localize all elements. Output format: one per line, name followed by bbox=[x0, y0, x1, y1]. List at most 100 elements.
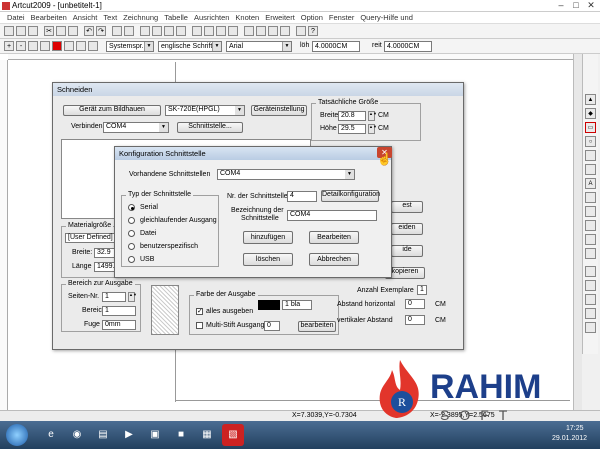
weld-icon[interactable] bbox=[192, 26, 202, 36]
detail-button[interactable]: Detailkonfiguration bbox=[321, 190, 380, 202]
menu-zeichnung[interactable]: Zeichnung bbox=[120, 13, 161, 22]
radio-gleichlaufend[interactable] bbox=[128, 217, 135, 224]
cut-plot-icon[interactable] bbox=[124, 26, 134, 36]
language-combo[interactable]: Systemspr. ▼ bbox=[106, 41, 154, 52]
hoehe-field[interactable]: 29.5 bbox=[338, 124, 366, 134]
abbrechen-button[interactable]: Abbrechen bbox=[309, 253, 359, 266]
script-combo[interactable]: englische Schrift ▼ bbox=[158, 41, 222, 52]
schneiden-button[interactable]: eiden bbox=[391, 223, 423, 235]
zoom-out-icon[interactable]: - bbox=[16, 41, 26, 51]
arrow-icon[interactable] bbox=[216, 26, 226, 36]
menu-option[interactable]: Option bbox=[298, 13, 326, 22]
radio-serial[interactable] bbox=[128, 204, 135, 211]
geraet-button[interactable]: Gerät zum Bildhauen bbox=[63, 105, 161, 116]
zoom-select-icon[interactable] bbox=[76, 41, 86, 51]
hinzufuegen-button[interactable]: hinzufügen bbox=[243, 231, 293, 244]
print-icon[interactable] bbox=[112, 26, 122, 36]
menu-tabelle[interactable]: Tabelle bbox=[161, 13, 191, 22]
chrome-icon[interactable]: ◉ bbox=[66, 424, 88, 446]
barcode-tool-icon[interactable] bbox=[585, 322, 596, 333]
open-file-icon[interactable] bbox=[16, 26, 26, 36]
node-tool-icon[interactable]: ◆ bbox=[585, 108, 596, 119]
hide-button[interactable]: ide bbox=[391, 245, 423, 257]
geraeteeinstellung-button[interactable]: Geräteinstellung bbox=[251, 105, 307, 116]
bezier-tool-icon[interactable] bbox=[585, 206, 596, 217]
help-icon[interactable]: ? bbox=[308, 26, 318, 36]
menu-ausrichten[interactable]: Ausrichten bbox=[191, 13, 232, 22]
bereich-select[interactable]: 1 bbox=[102, 306, 136, 316]
grid-icon[interactable] bbox=[140, 26, 150, 36]
zoom-page-icon[interactable] bbox=[40, 41, 50, 51]
camera-icon[interactable]: ■ bbox=[170, 424, 192, 446]
menu-ansicht[interactable]: Ansicht bbox=[70, 13, 101, 22]
artcut-task-icon[interactable]: ▧ bbox=[222, 424, 244, 446]
contour-tool-icon[interactable] bbox=[585, 280, 596, 291]
fill-icon[interactable] bbox=[228, 26, 238, 36]
menu-text[interactable]: Text bbox=[100, 13, 120, 22]
menu-query-hilfe[interactable]: Query-Hilfe und bbox=[357, 13, 416, 22]
width-field[interactable]: 4.0000CM bbox=[312, 41, 360, 52]
vertical-scrollbar[interactable] bbox=[573, 54, 582, 410]
save-icon[interactable] bbox=[28, 26, 38, 36]
table-tool-icon[interactable] bbox=[585, 308, 596, 319]
radio-benutzer[interactable] bbox=[128, 243, 135, 250]
close-icon[interactable]: ✕ bbox=[585, 1, 597, 10]
weld-tool-icon[interactable] bbox=[585, 266, 596, 277]
mirror-icon[interactable] bbox=[296, 26, 306, 36]
copy-icon[interactable] bbox=[56, 26, 66, 36]
seiten-spinner[interactable]: ▲▼ bbox=[128, 292, 137, 302]
menu-datei[interactable]: Datei bbox=[4, 13, 28, 22]
text-tool-icon[interactable] bbox=[244, 26, 254, 36]
pick-tool-icon[interactable]: ▲ bbox=[585, 94, 596, 105]
eraser-tool-icon[interactable] bbox=[585, 234, 596, 245]
ie-icon[interactable]: e bbox=[40, 424, 62, 446]
maximize-icon[interactable]: □ bbox=[570, 1, 582, 10]
fill-tool-icon[interactable] bbox=[585, 248, 596, 259]
shape-icon[interactable] bbox=[204, 26, 214, 36]
multi-field[interactable]: 0 bbox=[264, 321, 280, 331]
polygon-tool-icon[interactable] bbox=[585, 150, 596, 161]
start-button[interactable] bbox=[6, 424, 28, 446]
new-file-icon[interactable] bbox=[4, 26, 14, 36]
zoom-fit-icon[interactable] bbox=[28, 41, 38, 51]
breite-spinner[interactable]: ▲▼ bbox=[368, 111, 377, 121]
menu-fenster[interactable]: Fenster bbox=[326, 13, 357, 22]
ellipse-tool-icon[interactable]: ○ bbox=[585, 136, 596, 147]
knife-tool-icon[interactable] bbox=[585, 220, 596, 231]
material-select[interactable]: [User Defined] bbox=[65, 233, 119, 243]
text-tool-side-icon[interactable]: A bbox=[585, 178, 596, 189]
alles-checkbox[interactable]: ✓ bbox=[196, 308, 203, 315]
curve-icon[interactable] bbox=[256, 26, 266, 36]
undo-icon[interactable]: ↶ bbox=[84, 26, 94, 36]
zoom-area-icon[interactable] bbox=[64, 41, 74, 51]
star-tool-icon[interactable] bbox=[585, 164, 596, 175]
cut-icon[interactable]: ✂ bbox=[44, 26, 54, 36]
abstand-v-field[interactable]: 0 bbox=[405, 315, 425, 325]
paste-icon[interactable] bbox=[68, 26, 78, 36]
device-select[interactable]: SK-720E(HPGL) ▼ bbox=[165, 105, 245, 116]
zoom-in-icon[interactable]: + bbox=[4, 41, 14, 51]
font-combo[interactable]: Arial ▼ bbox=[226, 41, 292, 52]
menu-erweitert[interactable]: Erweitert bbox=[262, 13, 298, 22]
anzahl-field[interactable]: 1 bbox=[417, 285, 427, 295]
redo-icon[interactable]: ↷ bbox=[96, 26, 106, 36]
abstand-h-field[interactable]: 0 bbox=[405, 299, 425, 309]
bearbeiten-button[interactable]: Bearbeiten bbox=[309, 231, 359, 244]
minimize-icon[interactable]: – bbox=[555, 1, 567, 10]
farbe-select[interactable]: 1 bla bbox=[282, 300, 312, 310]
seiten-field[interactable]: 1 bbox=[102, 292, 126, 302]
color-red-icon[interactable] bbox=[52, 41, 62, 51]
menu-bearbeiten[interactable]: Bearbeiten bbox=[28, 13, 70, 22]
bez-field[interactable]: COM4 bbox=[287, 210, 377, 221]
folder-icon[interactable]: ▣ bbox=[144, 424, 166, 446]
shadow-tool-icon[interactable] bbox=[585, 294, 596, 305]
multi-checkbox[interactable] bbox=[196, 322, 203, 329]
rotate-icon[interactable] bbox=[280, 26, 290, 36]
pencil-tool-icon[interactable] bbox=[585, 192, 596, 203]
node-icon[interactable] bbox=[268, 26, 278, 36]
height-field[interactable]: 4.0000CM bbox=[384, 41, 432, 52]
hoehe-spinner[interactable]: ▲▼ bbox=[368, 124, 377, 134]
rect-tool-icon[interactable]: ▭ bbox=[585, 122, 596, 133]
bearbeiten-farbe-button[interactable]: bearbeiten bbox=[298, 321, 336, 332]
explorer-icon[interactable]: ▤ bbox=[92, 424, 114, 446]
